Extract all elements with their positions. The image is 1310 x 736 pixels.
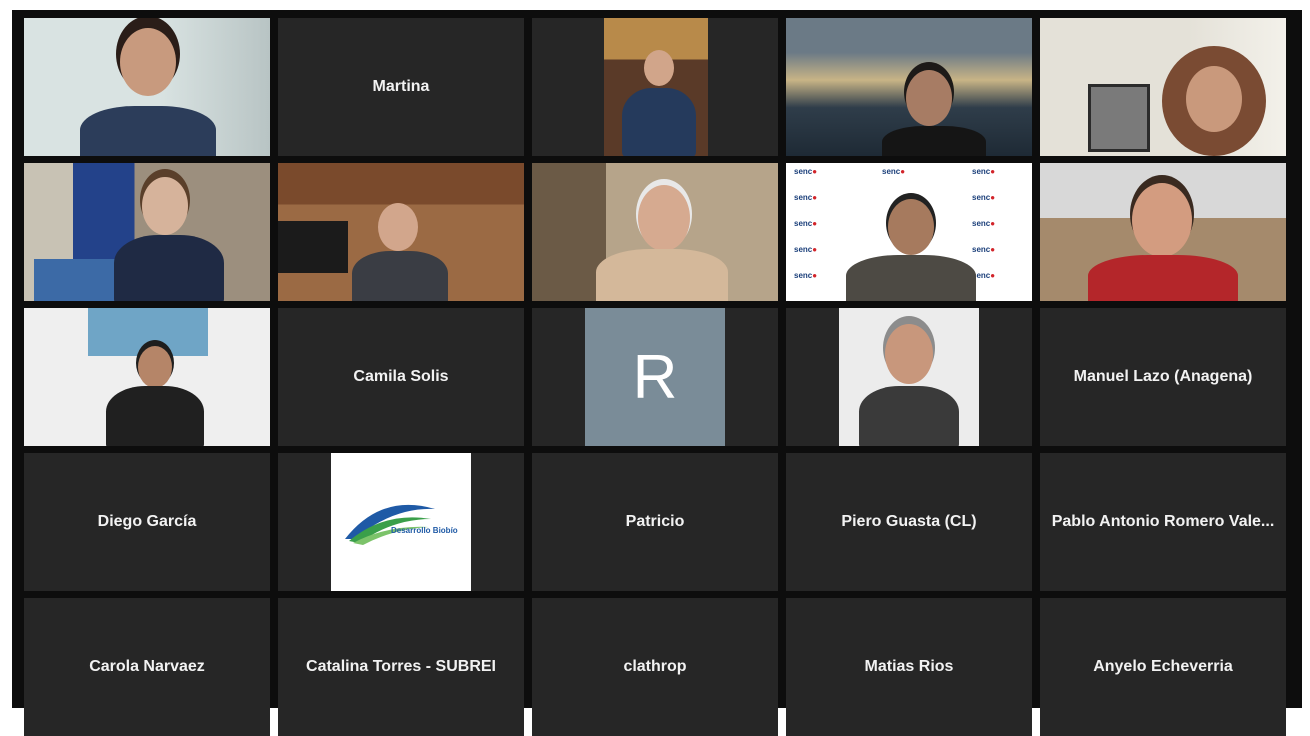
person-body [846, 255, 976, 301]
org-logo: Desarrollo Biobío [331, 453, 471, 591]
participant-tile[interactable]: Catalina Torres - SUBREI [278, 598, 524, 736]
participant-tile-photo[interactable] [786, 308, 1032, 446]
avatar-initial: R [585, 308, 725, 446]
participant-name: Matias Rios [864, 658, 954, 675]
video-gallery: Martina senc● senc● senc● senc● senc● se… [12, 10, 1302, 736]
participant-name: Camila Solis [353, 368, 449, 385]
person-body [859, 386, 959, 446]
participant-tile-video[interactable] [278, 163, 524, 301]
person-head [906, 70, 952, 126]
tv-screen [278, 221, 348, 273]
participant-tile[interactable]: Manuel Lazo (Anagena) [1040, 308, 1286, 446]
participant-name: Carola Narvaez [89, 658, 205, 675]
person-head [378, 203, 418, 251]
participant-tile-video[interactable] [532, 18, 778, 156]
person-body [352, 251, 448, 301]
person-body [1088, 255, 1238, 301]
participant-tile-video[interactable] [1040, 18, 1286, 156]
person-head [1186, 66, 1242, 132]
profile-photo [839, 308, 979, 446]
participant-tile[interactable]: clathrop [532, 598, 778, 736]
backdrop-logo: senc● [972, 167, 996, 176]
desarrollo-biobio-logo-icon: Desarrollo Biobío [345, 504, 458, 545]
backdrop-logo: senc● [794, 245, 818, 254]
person-body [882, 126, 986, 156]
participant-name: Patricio [625, 513, 685, 530]
participant-tile[interactable]: Martina [278, 18, 524, 156]
participant-tile-video[interactable] [24, 163, 270, 301]
person-head [885, 324, 933, 384]
participant-name: Pablo Antonio Romero Vale... [1051, 513, 1275, 530]
person-head [138, 346, 172, 388]
participant-name: Anyelo Echeverria [1093, 658, 1233, 675]
participant-tile-logo[interactable]: Desarrollo Biobío [278, 453, 524, 591]
participant-tile-video[interactable]: senc● senc● senc● senc● senc● senc● senc… [786, 163, 1032, 301]
participant-tile-video[interactable] [1040, 163, 1286, 301]
participant-tile[interactable]: Diego García [24, 453, 270, 591]
wall-picture [1088, 84, 1150, 152]
backdrop-logo: senc● [972, 193, 996, 202]
person-body [106, 386, 204, 446]
person-head [142, 177, 188, 235]
participant-tile[interactable]: Matias Rios [786, 598, 1032, 736]
participant-tile-video[interactable] [24, 18, 270, 156]
backdrop-logo: senc● [794, 193, 818, 202]
participant-tile[interactable]: Carola Narvaez [24, 598, 270, 736]
backdrop-logo: senc● [972, 219, 996, 228]
person-head [638, 185, 690, 251]
participant-tile[interactable]: Camila Solis [278, 308, 524, 446]
participant-tile-video[interactable] [24, 308, 270, 446]
participant-tile-initial[interactable]: R [532, 308, 778, 446]
person-body [622, 88, 696, 156]
participant-name: Diego García [97, 513, 197, 530]
backdrop-logo: senc● [794, 167, 818, 176]
logo-wordmark: Desarrollo Biobío [391, 526, 458, 535]
participant-name: Manuel Lazo (Anagena) [1073, 368, 1253, 385]
participant-tile[interactable]: Patricio [532, 453, 778, 591]
person-head [888, 199, 934, 255]
person-head [120, 28, 176, 96]
participant-name: Piero Guasta (CL) [841, 513, 977, 530]
backdrop-logo: senc● [882, 167, 906, 176]
participant-name: Catalina Torres - SUBREI [306, 658, 496, 675]
participant-name: Martina [372, 78, 430, 95]
backdrop-logo: senc● [794, 219, 818, 228]
backdrop-logo: senc● [794, 271, 818, 280]
person-body [596, 249, 728, 301]
participant-tile[interactable]: Piero Guasta (CL) [786, 453, 1032, 591]
person-head [1132, 183, 1192, 257]
participant-tile[interactable]: Anyelo Echeverria [1040, 598, 1286, 736]
person-head [644, 50, 674, 86]
person-body [114, 235, 224, 301]
participant-tile-video[interactable] [786, 18, 1032, 156]
participant-name: clathrop [623, 658, 687, 675]
person-body [80, 106, 216, 156]
backdrop-logo: senc● [972, 245, 996, 254]
participant-tile-video[interactable] [532, 163, 778, 301]
participant-tile[interactable]: Pablo Antonio Romero Vale... [1040, 453, 1286, 591]
